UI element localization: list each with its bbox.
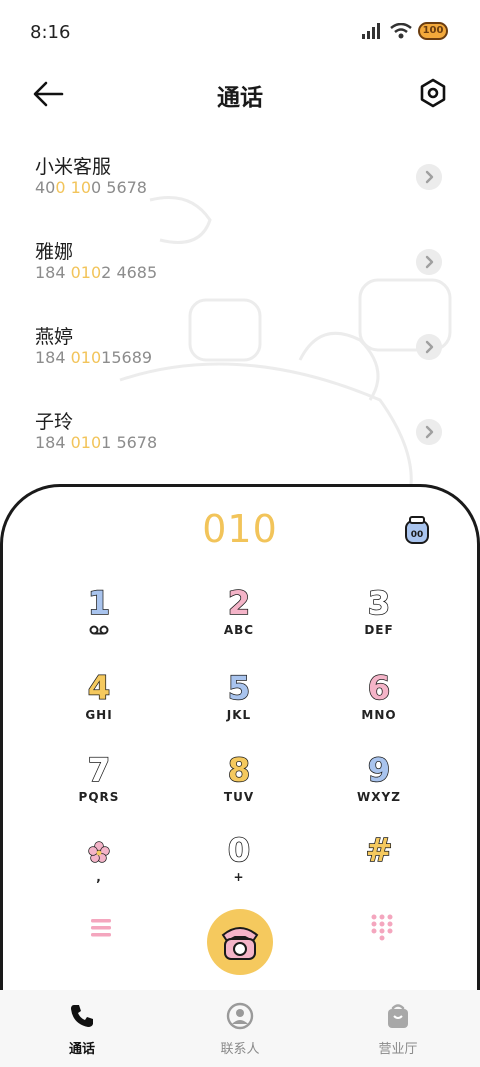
number-part: 2 4685	[101, 263, 158, 282]
dial-key[interactable]: 5 JKL	[184, 669, 294, 740]
contact-number: 400 100 5678	[35, 178, 480, 197]
dial-key[interactable]: 4 GHI	[44, 669, 154, 740]
number-part: 184	[35, 348, 71, 367]
number-match-highlight: 010	[70, 263, 102, 282]
bottom-navigation: 通话 联系人 营业厅	[0, 990, 480, 1067]
key-letters: JKL	[226, 708, 252, 722]
dial-key[interactable]: 0 +	[184, 831, 294, 902]
chevron-right-icon[interactable]	[416, 249, 442, 275]
number-match-highlight: 10	[70, 178, 91, 197]
page-title: 通话	[217, 85, 263, 111]
nav-item-service-hall[interactable]: 营业厅	[348, 1002, 448, 1057]
key-digit: 1	[87, 584, 111, 622]
nav-item-calls[interactable]: 通话	[32, 1002, 132, 1057]
number-part: 184	[35, 433, 71, 452]
wifi-icon	[390, 23, 412, 39]
status-time: 8:16	[30, 22, 71, 43]
dial-key[interactable]: ,	[44, 832, 154, 902]
call-log-item[interactable]: 小米客服 400 100 5678	[0, 140, 480, 225]
key-digit: 6	[367, 669, 391, 707]
contact-name: 小米客服	[35, 156, 112, 178]
key-digit: 4	[87, 669, 111, 707]
key-digit	[44, 832, 154, 868]
key-digit: 9	[367, 751, 391, 789]
keypad-toggle-icon[interactable]	[370, 913, 394, 941]
dial-key[interactable]: 9 WXYZ	[324, 751, 434, 822]
contact-number: 184 0102 4685	[35, 263, 480, 282]
chevron-right-icon[interactable]	[416, 334, 442, 360]
nav-label-service-hall: 营业厅	[378, 1042, 418, 1057]
dial-key[interactable]: 8 TUV	[184, 751, 294, 822]
app-bar: 通话	[0, 70, 480, 120]
svg-text:00: 00	[411, 530, 424, 540]
delete-icon[interactable]: 00	[403, 515, 431, 545]
call-button[interactable]	[207, 909, 273, 975]
key-digit: 8	[227, 751, 251, 789]
shopping-bag-icon	[388, 1004, 408, 1028]
number-part: 0 5678	[91, 178, 147, 197]
contact-icon	[226, 1002, 254, 1030]
key-letters: DEF	[364, 623, 394, 637]
dial-key[interactable]: 3 DEF	[324, 584, 434, 655]
call-log-item[interactable]: 雅娜 184 0102 4685	[0, 225, 480, 310]
chevron-right-icon[interactable]	[416, 164, 442, 190]
status-icons: 100	[362, 22, 448, 40]
key-letters: TUV	[223, 790, 255, 804]
key-letters: MNO	[361, 708, 397, 722]
dialpad-panel: 010 00 1 2 ABC 3 DEF 4 GHI 5 JKL 6 MNO 7 PQRS 8 TUV 9 WX…	[0, 484, 480, 994]
menu-icon[interactable]	[89, 917, 113, 939]
key-digit: 3	[367, 584, 391, 622]
dial-key[interactable]: 2 ABC	[184, 584, 294, 655]
key-digit: #	[365, 831, 393, 869]
call-log-item[interactable]: 子玲 184 0101 5678	[0, 395, 480, 480]
key-letters: ABC	[223, 623, 255, 637]
contact-name: 燕婷	[35, 326, 74, 348]
status-bar: 8:16 100	[0, 0, 480, 66]
dial-key[interactable]: 7 PQRS	[44, 751, 154, 822]
battery-icon: 100	[418, 22, 448, 40]
number-match-highlight: 0	[55, 178, 66, 197]
number-part: 40	[35, 178, 56, 197]
nav-label-calls: 通话	[68, 1042, 95, 1057]
settings-icon[interactable]	[418, 78, 448, 108]
key-digit: 0	[227, 831, 251, 869]
phone-icon	[221, 927, 259, 960]
number-match-highlight: 010	[70, 348, 102, 367]
chevron-right-icon[interactable]	[416, 419, 442, 445]
number-part: 15689	[101, 348, 153, 367]
key-letters: +	[233, 870, 245, 884]
number-part: 1 5678	[101, 433, 158, 452]
number-part: 184	[35, 263, 71, 282]
dial-key[interactable]: 1	[44, 584, 154, 655]
flower-icon	[88, 841, 110, 863]
key-digit: 7	[87, 751, 111, 789]
contact-number: 184 0101 5678	[35, 433, 480, 452]
nav-item-contacts[interactable]: 联系人	[190, 1002, 290, 1057]
dial-key[interactable]: 6 MNO	[324, 669, 434, 740]
contact-name: 子玲	[35, 411, 74, 433]
key-letters: PQRS	[78, 790, 120, 804]
key-digit: 5	[227, 669, 251, 707]
call-log-item[interactable]: 燕婷 184 01015689	[0, 310, 480, 395]
phone-handset-icon	[71, 1005, 93, 1027]
signal-icon	[362, 23, 380, 39]
key-letters: GHI	[85, 708, 113, 722]
nav-label-contacts: 联系人	[220, 1042, 260, 1057]
number-match-highlight: 010	[70, 433, 102, 452]
key-digit: 2	[227, 584, 251, 622]
key-letters: WXYZ	[357, 790, 401, 804]
voicemail-icon	[89, 625, 109, 635]
contact-name: 雅娜	[35, 241, 74, 263]
call-log-list: 小米客服 400 100 5678 雅娜 184 0102 4685 燕婷 184 010…	[0, 140, 480, 480]
key-letters: ,	[96, 870, 102, 884]
contact-number: 184 01015689	[35, 348, 480, 367]
dial-key[interactable]: #	[324, 831, 434, 902]
